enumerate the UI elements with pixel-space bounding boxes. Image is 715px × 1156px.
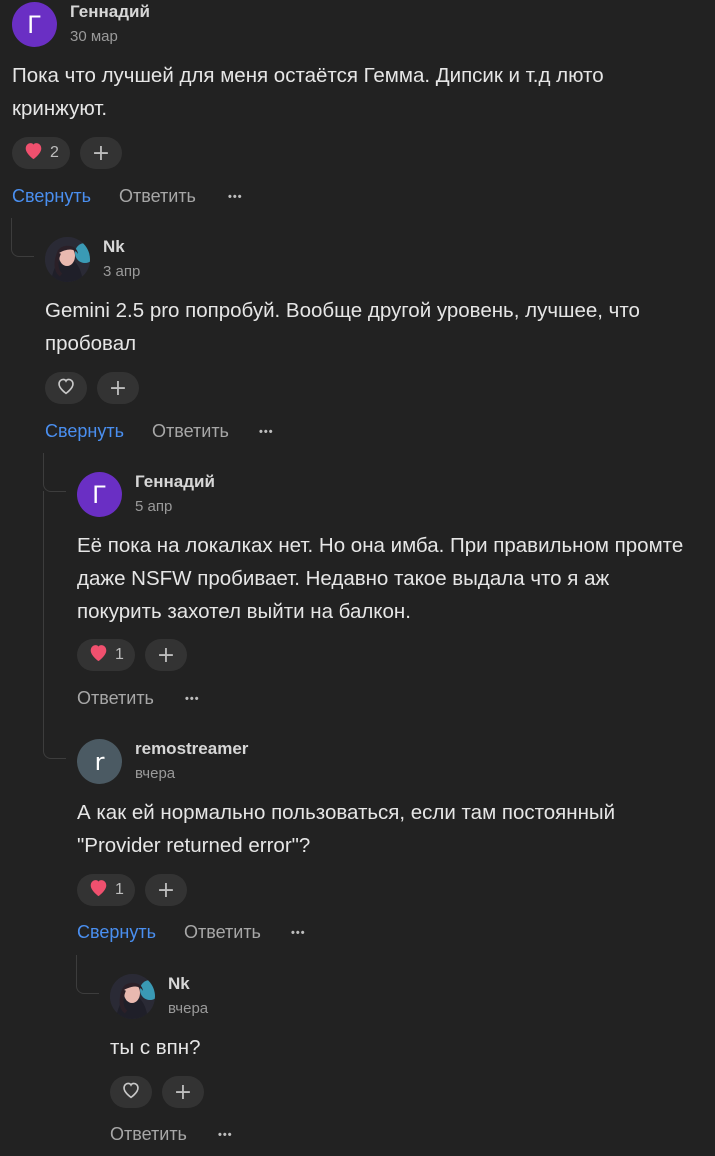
add-reaction-button[interactable]: +	[145, 874, 187, 906]
author-name[interactable]: remostreamer	[135, 739, 248, 759]
reply-button[interactable]: Ответить	[152, 421, 229, 442]
author-name[interactable]: Nk	[168, 974, 190, 994]
avatar[interactable]: r	[77, 739, 122, 784]
like-button[interactable]: 2	[12, 137, 70, 169]
avatar[interactable]	[45, 237, 90, 282]
comment-date[interactable]: 3 апр	[103, 263, 140, 280]
more-icon[interactable]: •••	[291, 927, 306, 939]
thread-line	[43, 720, 66, 759]
comment-date[interactable]: вчера	[168, 1000, 208, 1017]
author-name[interactable]: Геннадий	[135, 472, 215, 492]
add-reaction-button[interactable]: +	[145, 639, 187, 671]
collapse-button[interactable]: Свернуть	[45, 421, 124, 442]
reply-button[interactable]: Ответить	[119, 186, 196, 207]
like-count: 1	[115, 881, 124, 898]
author-name[interactable]: Nk	[103, 237, 125, 257]
collapse-button[interactable]: Свернуть	[12, 186, 91, 207]
more-icon[interactable]: •••	[228, 191, 243, 203]
like-button[interactable]	[45, 372, 87, 404]
comment: Г Геннадий 30 мар Пока что лучшей для ме…	[12, 2, 702, 212]
add-reaction-button[interactable]: +	[162, 1076, 204, 1108]
thread-line	[43, 453, 66, 492]
plus-icon: +	[173, 1079, 193, 1105]
avatar[interactable]: Г	[12, 2, 57, 47]
comment-date[interactable]: вчера	[135, 765, 175, 782]
add-reaction-button[interactable]: +	[80, 137, 122, 169]
collapse-button[interactable]: Свернуть	[77, 922, 156, 943]
plus-icon: +	[91, 140, 111, 166]
comment: r remostreamer вчера А как ей нормально …	[77, 739, 707, 949]
thread-line	[76, 955, 99, 994]
plus-icon: +	[108, 375, 128, 401]
comment-text: А как ей нормально пользоваться, если та…	[77, 801, 616, 857]
author-name[interactable]: Геннадий	[70, 2, 150, 22]
heart-outline-icon	[121, 1081, 141, 1104]
heart-icon	[88, 643, 109, 667]
reply-button[interactable]: Ответить	[110, 1124, 187, 1145]
more-icon[interactable]: •••	[218, 1129, 233, 1141]
reply-button[interactable]: Ответить	[184, 922, 261, 943]
avatar[interactable]: Г	[77, 472, 122, 517]
like-count: 1	[115, 646, 124, 663]
avatar-image	[110, 974, 155, 1019]
more-icon[interactable]: •••	[259, 426, 274, 438]
comment-text: Её пока на локалках нет. Но она имба. Пр…	[77, 534, 684, 623]
heart-outline-icon	[56, 377, 76, 400]
like-button[interactable]	[110, 1076, 152, 1108]
comment-text: Gemini 2.5 pro попробуй. Вообще другой у…	[45, 299, 640, 355]
reply-button[interactable]: Ответить	[77, 688, 154, 709]
comment-date[interactable]: 30 мар	[70, 28, 118, 45]
like-count: 2	[50, 144, 59, 161]
add-reaction-button[interactable]: +	[97, 372, 139, 404]
like-button[interactable]: 1	[77, 639, 135, 671]
thread-line	[11, 218, 34, 257]
more-icon[interactable]: •••	[185, 693, 200, 705]
plus-icon: +	[156, 642, 176, 668]
comment: Nk 3 апр Gemini 2.5 pro попробуй. Вообще…	[45, 237, 705, 447]
heart-icon	[23, 141, 44, 165]
like-button[interactable]: 1	[77, 874, 135, 906]
thread-line	[43, 491, 44, 721]
avatar-image	[45, 237, 90, 282]
comment-text: Пока что лучшей для меня остаётся Гемма.…	[12, 64, 604, 120]
comment: Nk вчера ты с впн? + Ответить •••	[110, 974, 710, 1154]
avatar[interactable]	[110, 974, 155, 1019]
comment-text: ты с впн?	[110, 1036, 201, 1059]
comment-date[interactable]: 5 апр	[135, 498, 172, 515]
heart-icon	[88, 878, 109, 902]
comment: Г Геннадий 5 апр Её пока на локалках нет…	[77, 472, 707, 712]
plus-icon: +	[156, 877, 176, 903]
